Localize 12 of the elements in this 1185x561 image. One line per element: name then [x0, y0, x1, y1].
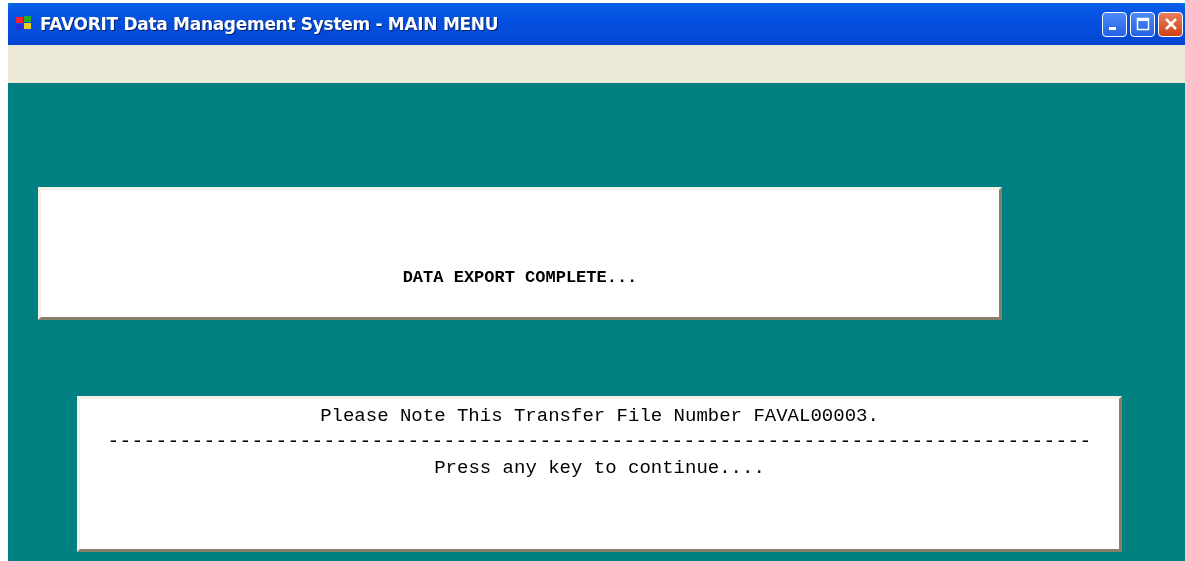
close-icon	[1163, 17, 1178, 31]
dashed-separator: ----------------------------------------------------------------------------------	[107, 430, 1092, 455]
minimize-button[interactable]	[1102, 11, 1127, 37]
status-message: DATA EXPORT COMPLETE...	[402, 268, 638, 288]
window-title: FAVORIT Data Management System - MAIN MENU	[40, 14, 500, 34]
maximize-icon	[1135, 17, 1150, 31]
note-text: Press any key to continue....	[434, 456, 765, 481]
note-text: Please Note This Transfer File Number FAVAL00003.	[320, 404, 879, 429]
minimize-icon	[1108, 27, 1116, 30]
maximize-button[interactable]	[1130, 11, 1155, 37]
close-button[interactable]	[1158, 11, 1183, 37]
window-logo-icon	[14, 15, 34, 33]
